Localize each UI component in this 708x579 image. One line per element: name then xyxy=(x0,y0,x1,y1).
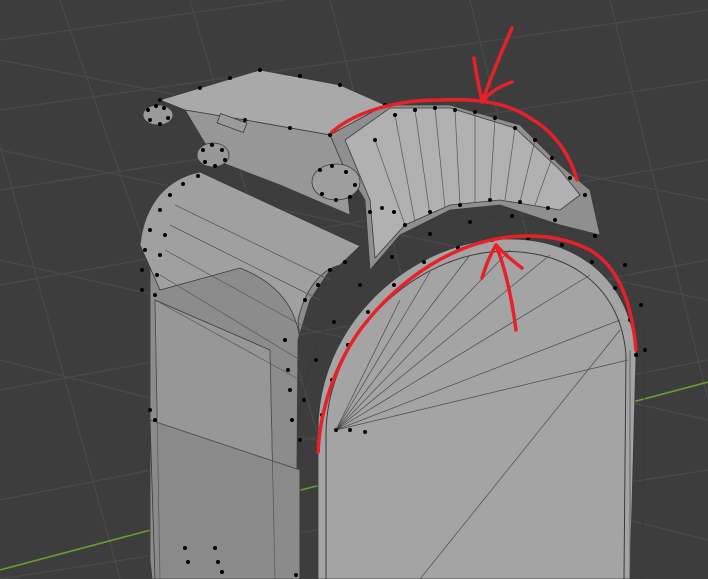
mesh-front-door xyxy=(317,238,637,579)
mailbox-mesh[interactable] xyxy=(139,69,646,579)
viewport-canvas[interactable] xyxy=(0,0,708,579)
mesh-hinge-left xyxy=(142,104,174,126)
3d-viewport[interactable] xyxy=(0,0,708,579)
